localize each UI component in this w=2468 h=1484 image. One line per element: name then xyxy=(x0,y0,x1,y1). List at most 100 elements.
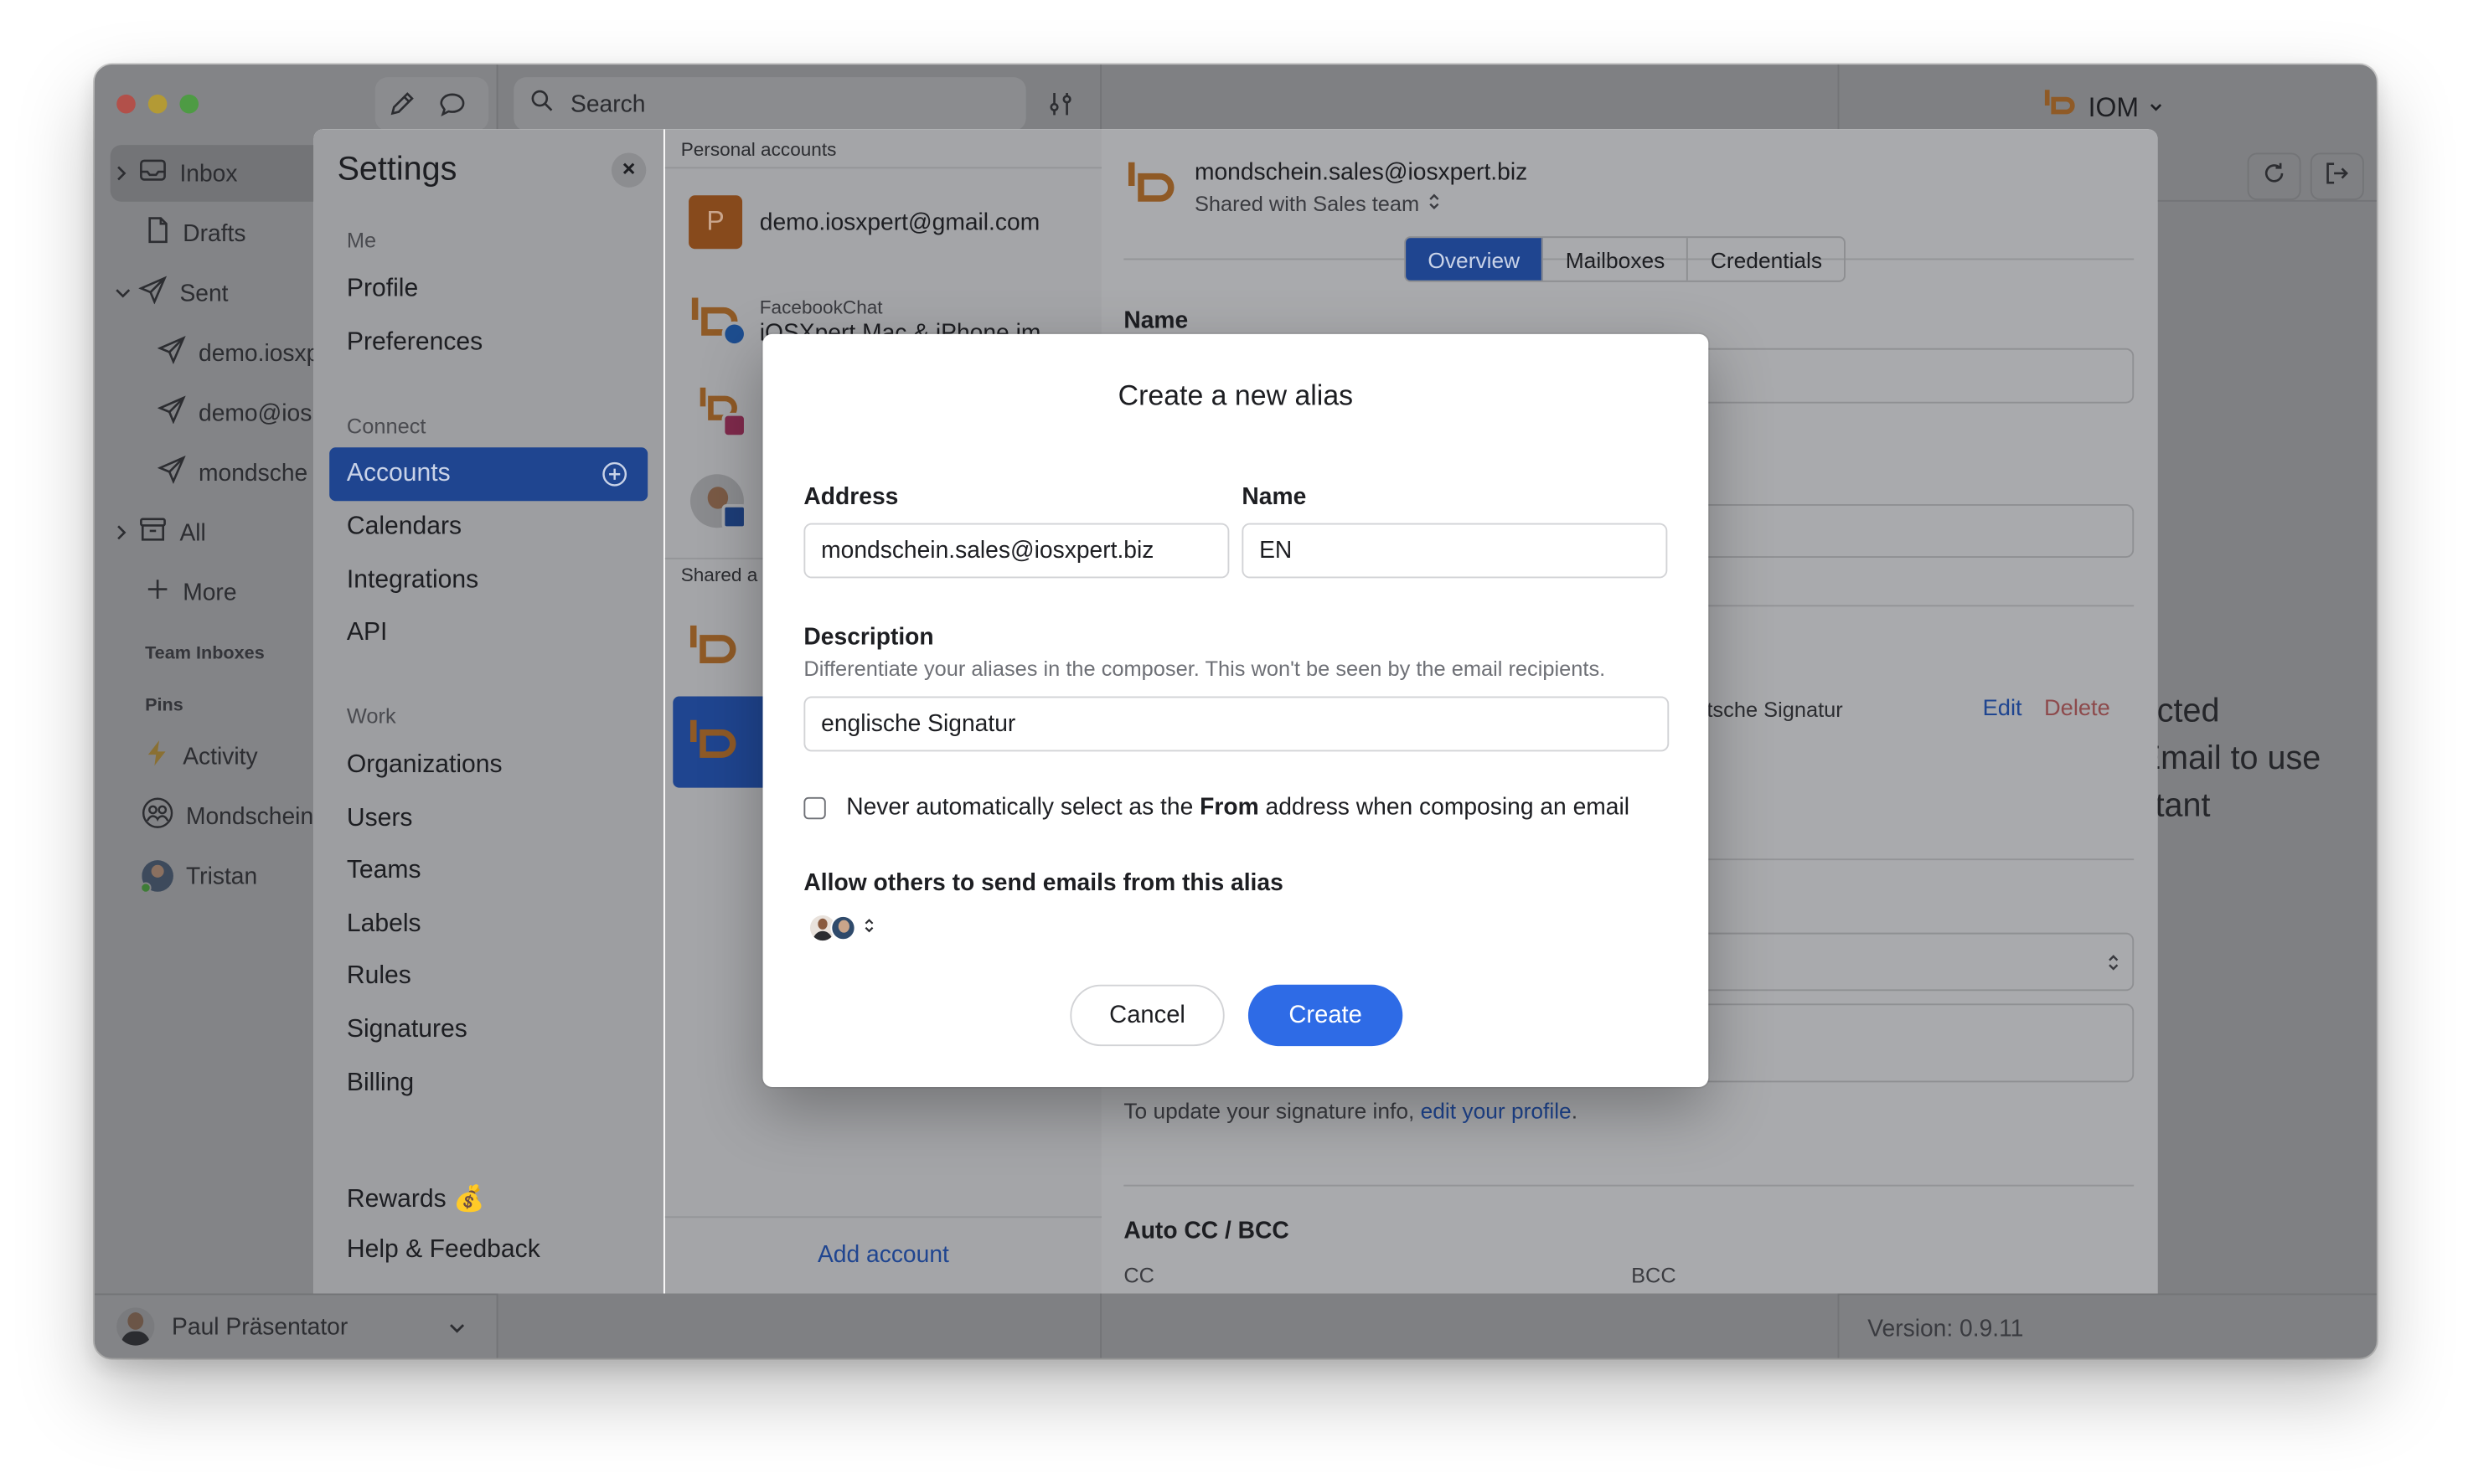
compose-icon[interactable] xyxy=(388,90,416,126)
personal-accounts-heading: Personal accounts xyxy=(680,138,837,161)
chevron-down-icon[interactable] xyxy=(113,284,132,303)
tab-overview[interactable]: Overview xyxy=(1406,238,1544,281)
sidebar-item-mondschein[interactable]: Mondschein xyxy=(142,789,313,842)
sidebar-item-inbox[interactable]: Inbox xyxy=(113,147,238,200)
nav-item-rules[interactable]: Rules xyxy=(347,962,411,991)
account-name: demo.iosxpert@gmail.com xyxy=(759,209,1040,237)
alias-permissions-selector[interactable] xyxy=(809,914,875,942)
sidebar-item-more[interactable]: More xyxy=(145,565,237,619)
shared-with-selector[interactable]: Shared with Sales team xyxy=(1195,193,1440,216)
close-icon xyxy=(621,156,637,184)
nav-item-teams[interactable]: Teams xyxy=(347,857,421,885)
description-help-text: Differentiate your aliases in the compos… xyxy=(803,657,1606,681)
nav-item-integrations[interactable]: Integrations xyxy=(347,567,478,595)
alias-edit-link[interactable]: Edit xyxy=(1983,697,2022,722)
nav-item-accounts[interactable]: Accounts xyxy=(329,447,648,502)
workspace-switcher[interactable]: IOM xyxy=(2042,86,2164,129)
alias-delete-link[interactable]: Delete xyxy=(2044,697,2110,722)
add-account-plus-icon[interactable] xyxy=(602,461,627,495)
description-field[interactable]: englische Signatur xyxy=(803,696,1670,752)
footer-divider xyxy=(1837,1293,2377,1296)
close-window-button[interactable] xyxy=(116,94,136,114)
chevron-right-icon[interactable] xyxy=(113,523,129,543)
search-icon xyxy=(529,88,555,120)
sign-out-button[interactable] xyxy=(2310,152,2364,200)
edit-profile-link[interactable]: edit your profile xyxy=(1421,1098,1572,1123)
nav-item-billing[interactable]: Billing xyxy=(347,1069,414,1098)
signature-note: To update your signature info, edit your… xyxy=(1123,1098,1577,1123)
add-account-link[interactable]: Add account xyxy=(665,1241,1102,1268)
sidebar-item-all[interactable]: All xyxy=(113,506,206,559)
allow-others-label: Allow others to send emails from this al… xyxy=(803,869,1283,897)
sidebar-item-label: Activity xyxy=(183,742,258,770)
sidebar-item-sent[interactable]: Sent xyxy=(113,266,229,320)
nav-item-users[interactable]: Users xyxy=(347,805,413,833)
cancel-button[interactable]: Cancel xyxy=(1070,984,1225,1047)
nav-heading-work: Work xyxy=(346,703,396,729)
tab-credentials[interactable]: Credentials xyxy=(1689,238,1845,281)
sign-out-icon xyxy=(2325,160,2350,193)
bcc-label: BCC xyxy=(1631,1263,1676,1287)
nav-item-calendars[interactable]: Calendars xyxy=(347,513,462,542)
nav-item-labels[interactable]: Labels xyxy=(347,910,421,939)
description-label: Description xyxy=(803,623,934,651)
sidebar-item-sent-mondschein[interactable]: mondsche xyxy=(157,446,307,499)
updown-chevron-icon xyxy=(2107,951,2119,980)
nav-item-api[interactable]: API xyxy=(347,619,388,647)
nav-item-organizations[interactable]: Organizations xyxy=(347,751,503,780)
nav-item-signatures[interactable]: Signatures xyxy=(347,1016,467,1044)
paper-plane-icon xyxy=(157,395,186,430)
sidebar-item-label: More xyxy=(183,579,237,606)
pins-heading: Pins xyxy=(145,696,183,716)
search-input[interactable]: Search xyxy=(514,77,1026,131)
account-row-gmail[interactable]: P demo.iosxpert@gmail.com xyxy=(665,168,1102,276)
refresh-button[interactable] xyxy=(2247,152,2301,200)
checkbox-label: Never automatically select as the From a… xyxy=(846,794,1629,821)
close-settings-button[interactable] xyxy=(611,152,647,188)
filter-sliders-icon[interactable] xyxy=(1046,90,1075,126)
team-inboxes-heading: Team Inboxes xyxy=(145,644,265,663)
signature-note-text: To update your signature info, xyxy=(1123,1098,1421,1124)
refresh-icon xyxy=(2262,160,2287,193)
sidebar-item-sent-demo-iosxpert[interactable]: demo.iosxp xyxy=(157,326,319,379)
sidebar-item-tristan[interactable]: Tristan xyxy=(142,849,257,903)
nav-item-rewards[interactable]: Rewards 💰 xyxy=(347,1183,485,1215)
shared-accounts-heading: Shared a xyxy=(680,564,758,586)
sidebar-item-drafts[interactable]: Drafts xyxy=(145,206,246,260)
empty-state-text: ected Email to use stant xyxy=(2139,688,2321,830)
iom-logo-icon xyxy=(2042,86,2077,129)
lightning-icon xyxy=(145,739,170,773)
empty-state-line: ected xyxy=(2138,693,2220,730)
document-icon xyxy=(145,216,170,250)
sidebar-item-label: Tristan xyxy=(185,862,258,889)
cc-label: CC xyxy=(1123,1263,1154,1287)
tab-mailboxes[interactable]: Mailboxes xyxy=(1543,238,1689,281)
name-label: Name xyxy=(1242,483,1307,511)
messenger-badge-icon xyxy=(721,321,747,347)
list-divider xyxy=(664,1216,1102,1219)
checkbox-label-end: address when composing an email xyxy=(1258,794,1630,822)
nav-item-help-feedback[interactable]: Help & Feedback xyxy=(347,1237,540,1265)
user-switcher[interactable]: Paul Präsentator xyxy=(116,1300,479,1353)
sidebar-item-activity[interactable]: Activity xyxy=(145,729,258,783)
alias-name-field[interactable]: EN xyxy=(1242,523,1668,579)
avatar xyxy=(116,1307,155,1346)
chat-bubble-icon[interactable] xyxy=(438,90,467,126)
address-value: mondschein.sales@iosxpert.biz xyxy=(821,537,1154,564)
never-auto-select-checkbox[interactable] xyxy=(803,796,826,819)
settings-title: Settings xyxy=(337,151,457,188)
zoom-window-button[interactable] xyxy=(179,94,199,114)
sidebar-item-sent-demo-ios[interactable]: demo@ios xyxy=(157,386,312,440)
description-value: englische Signatur xyxy=(821,710,1016,738)
nav-item-preferences[interactable]: Preferences xyxy=(347,329,483,358)
create-button[interactable]: Create xyxy=(1247,984,1403,1047)
user-name: Paul Präsentator xyxy=(172,1313,349,1340)
address-field[interactable]: mondschein.sales@iosxpert.biz xyxy=(803,523,1230,579)
instagram-badge-icon xyxy=(721,412,747,438)
minimize-window-button[interactable] xyxy=(147,94,168,114)
nav-heading-me: Me xyxy=(346,228,377,252)
archive-icon xyxy=(139,517,168,549)
never-auto-select-option[interactable]: Never automatically select as the From a… xyxy=(803,794,1629,821)
chevron-right-icon[interactable] xyxy=(113,164,129,183)
nav-item-profile[interactable]: Profile xyxy=(347,276,418,304)
